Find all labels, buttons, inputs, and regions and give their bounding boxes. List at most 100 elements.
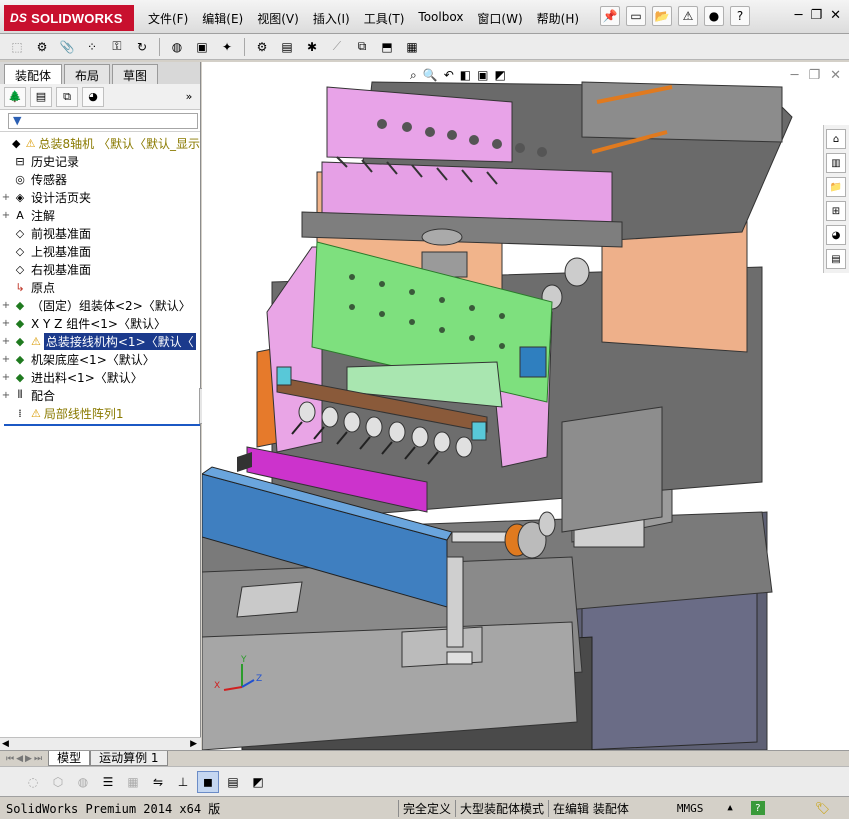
reference-geometry-icon[interactable]: ✦ (216, 37, 238, 57)
appearances-icon[interactable]: ◕ (826, 225, 846, 245)
restore-icon[interactable]: ❐ (810, 8, 822, 23)
close-icon[interactable]: ✕ (830, 8, 841, 23)
show-hidden-icon[interactable]: ◍ (166, 37, 188, 57)
tree-item-annotations[interactable]: + A 注解 (0, 206, 200, 224)
help-icon[interactable]: ? (730, 6, 750, 26)
open-folder-icon[interactable]: 📂 (652, 6, 672, 26)
next-tab-icon[interactable]: ▶ (25, 754, 32, 764)
menu-toolbox[interactable]: Toolbox (418, 10, 463, 27)
view-palette-icon[interactable]: ⊞ (826, 201, 846, 221)
rebuild-warning-icon[interactable]: ⚠ (678, 6, 698, 26)
rollback-bar[interactable] (4, 424, 200, 426)
view-orientation-icon[interactable]: ▣ (477, 68, 488, 83)
feature-manager-icon[interactable]: 🌲 (4, 86, 26, 107)
quick-tips-icon[interactable]: ? (750, 801, 765, 815)
tree-item-origin[interactable]: ↳ 原点 (0, 278, 200, 296)
section-view-icon[interactable]: ◧ (460, 68, 471, 83)
doc-close-icon[interactable]: ✕ (830, 68, 841, 83)
table-view-icon[interactable]: ▤ (222, 771, 244, 793)
menu-tools[interactable]: 工具(T) (364, 10, 405, 27)
mate-icon[interactable]: ⚙ (31, 37, 53, 57)
expand-chevron-icon[interactable]: » (178, 87, 200, 107)
home-icon[interactable]: ⌂ (826, 129, 846, 149)
move-component-icon[interactable]: ↻ (131, 37, 153, 57)
paperclip-icon[interactable]: 📎 (56, 37, 78, 57)
instant3d-icon[interactable]: ⬒ (376, 37, 398, 57)
tree-item-in-out-feed[interactable]: + ◆ 进出料<1>〈默认〉 (0, 368, 200, 386)
minimize-icon[interactable]: ─ (795, 8, 803, 23)
tree-item-linear-pattern[interactable]: ⁞ ⚠ 局部线性阵列1 (0, 404, 200, 422)
new-document-icon[interactable]: ▭ (626, 6, 646, 26)
tab-sketch[interactable]: 草图 (112, 64, 159, 84)
pin-icon[interactable]: 📌 (600, 6, 620, 26)
tab-layout[interactable]: 布局 (64, 64, 111, 84)
display-manager-icon[interactable]: ◕ (82, 86, 104, 107)
large-assembly-icon[interactable]: ▦ (401, 37, 423, 57)
scroll-left-icon[interactable]: ◀ (2, 739, 9, 749)
tree-expander[interactable]: + (0, 318, 12, 329)
tree-expander[interactable]: + (0, 372, 12, 383)
menu-edit[interactable]: 编辑(E) (202, 10, 243, 27)
menu-help[interactable]: 帮助(H) (537, 10, 579, 27)
tree-item-top-plane[interactable]: ◇ 上视基准面 (0, 242, 200, 260)
solidworks-logo[interactable]: DS SOLIDWORKS (4, 5, 134, 31)
units-dropdown-icon[interactable]: ▲ (727, 803, 732, 813)
unit-system[interactable]: MMGS (677, 802, 704, 815)
design-library-icon[interactable]: ▥ (826, 153, 846, 173)
grid-view-icon[interactable]: ▦ (122, 771, 144, 793)
menu-insert[interactable]: 插入(I) (313, 10, 350, 27)
property-manager-icon[interactable]: ▤ (30, 86, 52, 107)
insert-component-icon[interactable]: ⬚ (6, 37, 28, 57)
hidden-lines-icon[interactable]: ◌ (22, 771, 44, 793)
shaded-edges-icon[interactable]: ◍ (72, 771, 94, 793)
assembly-features-icon[interactable]: ▣ (191, 37, 213, 57)
tree-item-mates[interactable]: + ⫴ 配合 (0, 386, 200, 404)
filter-input[interactable]: ▼ (8, 112, 198, 129)
smart-fasteners-icon[interactable]: ⚿ (106, 37, 128, 57)
menu-window[interactable]: 窗口(W) (477, 10, 522, 27)
interference-detection-icon[interactable]: ⧉ (351, 37, 373, 57)
explode-line-sketch-icon[interactable]: ⟋ (326, 37, 348, 57)
tag-icon[interactable]: 🏷 (815, 801, 830, 815)
tree-expander[interactable]: + (0, 210, 12, 221)
wireframe-icon[interactable]: ⬡ (47, 771, 69, 793)
tree-item-wiring-mechanism[interactable]: + ◆ ⚠ 总装接线机构<1>〈默认〈 (0, 332, 200, 350)
tree-expander[interactable]: + (0, 390, 12, 401)
tree-horizontal-scrollbar[interactable]: ◀ ▶ (0, 737, 201, 750)
file-explorer-icon[interactable]: 📁 (826, 177, 846, 197)
tree-expander[interactable]: + (0, 192, 12, 203)
tab-assembly[interactable]: 装配体 (4, 64, 63, 84)
tree-item-root[interactable]: ◆ ⚠ 总装8轴机 〈默认〈默认_显示 (0, 134, 200, 152)
traffic-light-icon[interactable]: ● (704, 6, 724, 26)
bill-of-materials-icon[interactable]: ▤ (276, 37, 298, 57)
tree-item-right-plane[interactable]: ◇ 右视基准面 (0, 260, 200, 278)
scroll-right-icon[interactable]: ▶ (190, 739, 197, 749)
zoom-to-area-icon[interactable]: 🔍 (423, 68, 438, 83)
split-view-icon[interactable]: ⇋ (147, 771, 169, 793)
configuration-manager-icon[interactable]: ⧉ (56, 86, 78, 107)
tree-expander[interactable]: + (0, 336, 12, 347)
tree-expander[interactable]: + (0, 300, 12, 311)
graphics-area[interactable]: Y X Z ⌕ 🔍 ↶ ◧ ▣ ◩ ─ ❐ ✕ (202, 62, 849, 750)
pattern-toolbar-icon[interactable]: ⁘ (81, 37, 103, 57)
menu-file[interactable]: 文件(F) (148, 10, 188, 27)
edit-appearance-icon[interactable]: ◩ (247, 771, 269, 793)
menu-view[interactable]: 视图(V) (257, 10, 299, 27)
zoom-to-fit-icon[interactable]: ⌕ (410, 68, 417, 83)
tab-motion-study[interactable]: 运动算例 1 (90, 751, 168, 766)
tree-item-front-plane[interactable]: ◇ 前视基准面 (0, 224, 200, 242)
tree-item-history[interactable]: ⊟ 历史记录 (0, 152, 200, 170)
previous-view-icon[interactable]: ↶ (444, 68, 454, 83)
tree-item-frame-base[interactable]: + ◆ 机架底座<1>〈默认〉 (0, 350, 200, 368)
tree-item-fixed-assembly[interactable]: + ◆ （固定）组装体<2>〈默认〉 (0, 296, 200, 314)
last-tab-icon[interactable]: ⏭ (34, 754, 42, 764)
list-view-icon[interactable]: ☰ (97, 771, 119, 793)
tree-item-design-binder[interactable]: + ◈ 设计活页夹 (0, 188, 200, 206)
custom-properties-icon[interactable]: ▤ (826, 249, 846, 269)
new-motion-study-icon[interactable]: ⚙ (251, 37, 273, 57)
tree-item-xyz-component[interactable]: + ◆ X Y Z 组件<1>〈默认〉 (0, 314, 200, 332)
exploded-view-icon[interactable]: ✱ (301, 37, 323, 57)
cube-view-icon[interactable]: ◼ (197, 770, 219, 793)
doc-restore-icon[interactable]: ❐ (808, 68, 820, 83)
tree-item-sensors[interactable]: ◎ 传感器 (0, 170, 200, 188)
